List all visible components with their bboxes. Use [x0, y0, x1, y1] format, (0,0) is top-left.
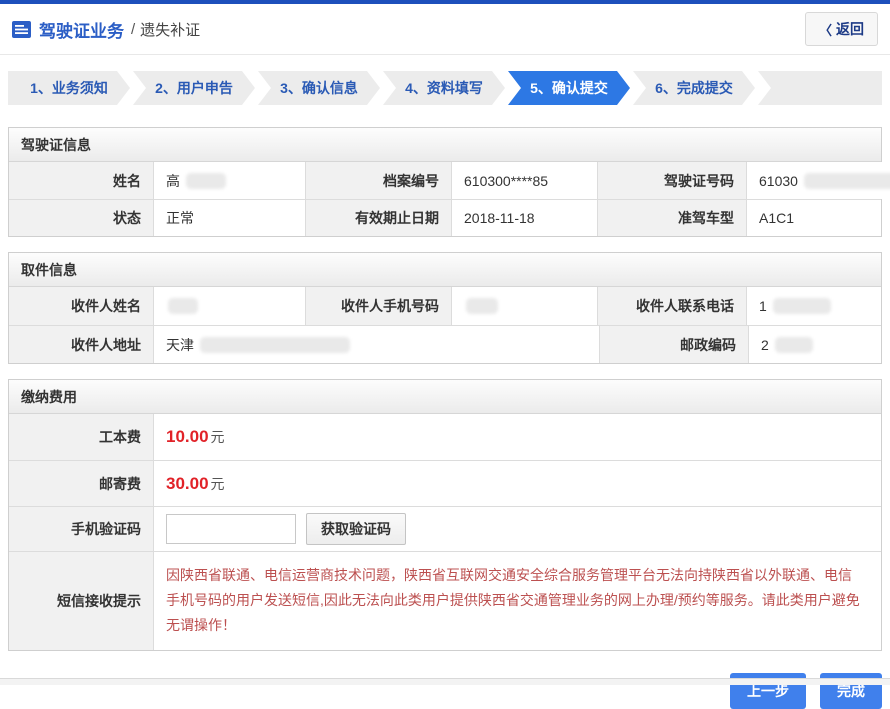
file-no-label: 档案编号 — [305, 162, 451, 199]
redacted-value — [775, 337, 813, 353]
vehicle-type-label: 准驾车型 — [597, 200, 746, 236]
recipient-mobile-value — [451, 287, 597, 325]
wizard-step-2: 2、用户申告 — [133, 71, 255, 105]
page-header: 驾驶证业务 / 遗失补证 〈 返回 — [0, 4, 890, 55]
page-title: 驾驶证业务 — [39, 17, 124, 42]
table-row: 短信接收提示 因陕西省联通、电信运营商技术问题，陕西省互联网交通安全综合服务管理… — [9, 551, 881, 650]
license-no-value: 61030 — [746, 162, 890, 199]
fee-unit: 元 — [211, 474, 225, 494]
recipient-phone-value: 1 — [746, 287, 881, 325]
recipient-name-value — [153, 287, 305, 325]
payment-section-title: 缴纳费用 — [9, 380, 881, 414]
table-row: 工本费 10.00 元 — [9, 414, 881, 460]
table-row: 状态 正常 有效期止日期 2018-11-18 准驾车型 A1C1 — [9, 199, 881, 236]
mailing-fee-value: 30.00 元 — [153, 461, 881, 506]
expiry-value: 2018-11-18 — [451, 200, 597, 236]
wizard-filler — [758, 71, 882, 105]
recipient-mobile-label: 收件人手机号码 — [305, 287, 451, 325]
table-row: 收件人姓名 收件人手机号码 收件人联系电话 1 — [9, 287, 881, 325]
production-fee-value: 10.00 元 — [153, 414, 881, 460]
redacted-value — [804, 173, 890, 189]
vehicle-type-value: A1C1 — [746, 200, 881, 236]
pickup-section-title: 取件信息 — [9, 253, 881, 287]
production-fee-label: 工本费 — [9, 414, 153, 460]
breadcrumb-separator: / — [131, 21, 135, 38]
redacted-value — [773, 298, 831, 314]
wizard-step-3: 3、确认信息 — [258, 71, 380, 105]
menu-list-icon — [12, 20, 31, 39]
postal-code-label: 邮政编码 — [599, 326, 748, 363]
license-info-section: 驾驶证信息 姓名 高 档案编号 610300****85 驾驶证号码 61030… — [8, 127, 882, 237]
table-row: 手机验证码 获取验证码 — [9, 506, 881, 551]
wizard-step-6: 6、完成提交 — [633, 71, 755, 105]
back-button[interactable]: 〈 返回 — [805, 12, 878, 46]
license-no-label: 驾驶证号码 — [597, 162, 746, 199]
name-value: 高 — [153, 162, 305, 199]
sms-notice-text: 因陕西省联通、电信运营商技术问题，陕西省互联网交通安全综合服务管理平台无法向持陕… — [153, 552, 881, 650]
expiry-label: 有效期止日期 — [305, 200, 451, 236]
wizard-step-1: 1、业务须知 — [8, 71, 130, 105]
license-section-title: 驾驶证信息 — [9, 128, 881, 162]
recipient-phone-label: 收件人联系电话 — [597, 287, 746, 325]
page-bottom-divider — [0, 678, 890, 685]
recipient-address-label: 收件人地址 — [9, 326, 153, 363]
file-no-value: 610300****85 — [451, 162, 597, 199]
pickup-info-section: 取件信息 收件人姓名 收件人手机号码 收件人联系电话 1 收件人地址 天津 邮政… — [8, 252, 882, 364]
payment-section: 缴纳费用 工本费 10.00 元 邮寄费 30.00 元 手机验证码 获取验证码… — [8, 379, 882, 651]
table-row: 姓名 高 档案编号 610300****85 驾驶证号码 61030 — [9, 162, 881, 199]
redacted-value — [168, 298, 198, 314]
table-row: 邮寄费 30.00 元 — [9, 460, 881, 506]
sms-notice-label: 短信接收提示 — [9, 552, 153, 650]
redacted-value — [186, 173, 226, 189]
postal-code-value: 2 — [748, 326, 881, 363]
status-label: 状态 — [9, 200, 153, 236]
fee-unit: 元 — [211, 427, 225, 447]
table-row: 收件人地址 天津 邮政编码 2 — [9, 325, 881, 363]
back-button-label: 返回 — [836, 19, 864, 39]
sms-code-label: 手机验证码 — [9, 507, 153, 551]
name-label: 姓名 — [9, 162, 153, 199]
wizard-step-5-active: 5、确认提交 — [508, 71, 630, 105]
get-code-button[interactable]: 获取验证码 — [306, 513, 406, 545]
chevron-left-icon: 〈 — [819, 20, 832, 39]
breadcrumb-current: 遗失补证 — [140, 19, 200, 40]
wizard-step-4: 4、资料填写 — [383, 71, 505, 105]
sms-code-cell: 获取验证码 — [153, 507, 881, 551]
recipient-name-label: 收件人姓名 — [9, 287, 153, 325]
status-value: 正常 — [153, 200, 305, 236]
redacted-value — [466, 298, 498, 314]
sms-code-input[interactable] — [166, 514, 296, 544]
recipient-address-value: 天津 — [153, 326, 599, 363]
step-wizard: 1、业务须知 2、用户申告 3、确认信息 4、资料填写 5、确认提交 6、完成提… — [8, 71, 882, 105]
mailing-fee-label: 邮寄费 — [9, 461, 153, 506]
redacted-value — [200, 337, 350, 353]
